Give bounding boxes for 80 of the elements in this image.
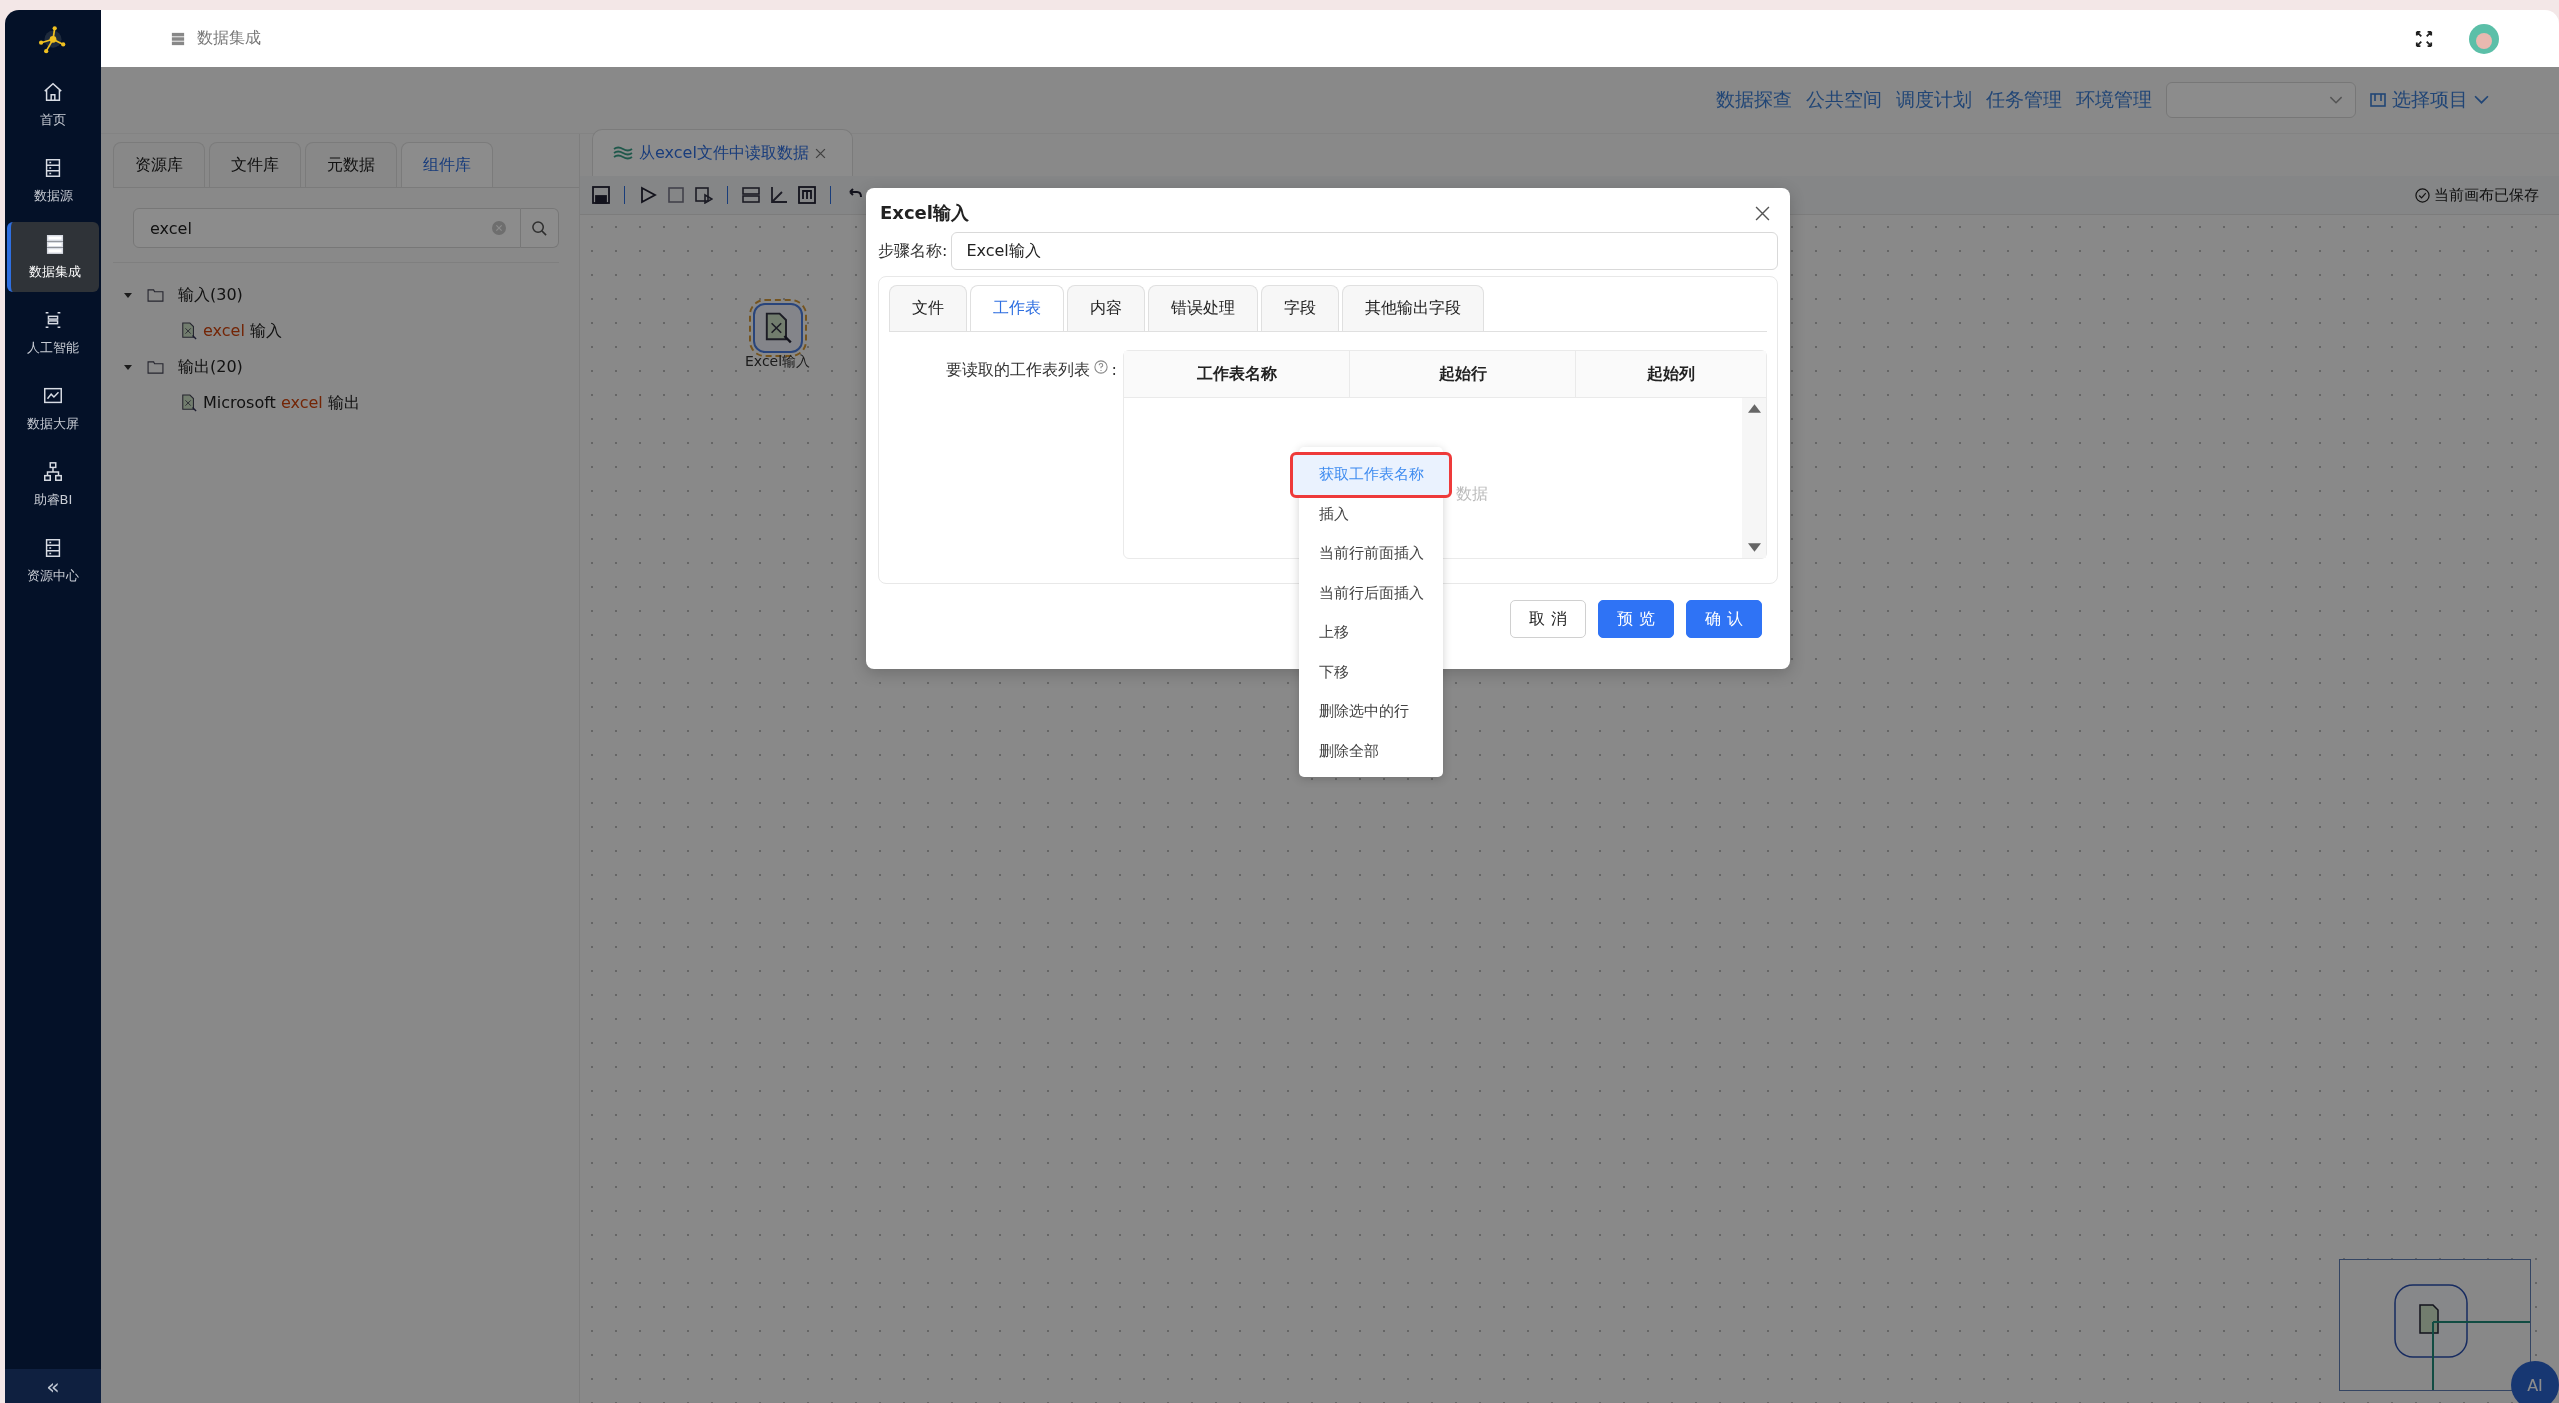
check-circle-icon	[2415, 187, 2430, 203]
column-header: 起始行	[1350, 351, 1576, 397]
expand-caret-icon[interactable]	[123, 362, 133, 372]
menu-item[interactable]: 当前行前面插入	[1299, 534, 1443, 574]
panel-tab[interactable]: 资源库	[113, 142, 205, 187]
search-field[interactable]: excel	[133, 208, 521, 248]
waves-icon	[613, 146, 633, 160]
sidebar-item[interactable]: 人工智能	[7, 298, 99, 368]
save-icon[interactable]	[592, 186, 610, 204]
dialog-title: Excel输入	[880, 201, 969, 225]
dialog-tab[interactable]: 错误处理	[1148, 285, 1258, 331]
breadcrumb: 数据集成	[197, 28, 261, 49]
folder-icon	[147, 360, 164, 374]
dialog-tab[interactable]: 字段	[1261, 285, 1339, 331]
dialog-tab[interactable]: 文件	[889, 285, 967, 331]
schedule-icon[interactable]	[695, 186, 713, 204]
chevron-down-icon	[2329, 95, 2343, 105]
tree-item[interactable]: Microsoft excel 输出	[203, 392, 360, 414]
panel-tab[interactable]: 组件库	[401, 142, 493, 187]
save-status: 当前画布已保存	[2415, 185, 2539, 205]
step-name-field[interactable]: Excel输入	[951, 232, 1778, 270]
chevron-down-icon	[2474, 95, 2489, 105]
dialog-button[interactable]: 预 览	[1598, 600, 1674, 638]
sidebar-item[interactable]: 首页	[7, 70, 99, 140]
scroll-down-icon[interactable]	[1747, 543, 1761, 552]
sidebar-item[interactable]: 数据大屏	[7, 374, 99, 444]
menu-item[interactable]: 上移	[1299, 613, 1443, 653]
sidebar-item[interactable]: 助睿BI	[7, 450, 99, 520]
org-chart-icon	[42, 461, 64, 483]
layout-icon[interactable]	[742, 186, 760, 204]
menu-item[interactable]: 删除全部	[1299, 731, 1443, 771]
collapse-button[interactable]: «	[5, 1369, 101, 1403]
spreadsheet-file-icon	[181, 394, 197, 412]
board-icon	[2370, 92, 2386, 108]
column-header: 工作表名称	[1124, 351, 1350, 397]
panel-tab[interactable]: 文件库	[209, 142, 301, 187]
nav-link[interactable]: 任务管理	[1986, 87, 2062, 113]
sidebar-item[interactable]: 数据集成	[7, 222, 99, 292]
sidebar-item[interactable]: 资源中心	[7, 526, 99, 596]
frame-icon[interactable]	[798, 186, 816, 204]
server-icon	[171, 30, 185, 47]
close-icon[interactable]	[1755, 205, 1770, 221]
empty-text: 数据	[1456, 484, 1488, 505]
dropdown-field[interactable]	[2166, 82, 2356, 118]
dialog-tab[interactable]: 内容	[1067, 285, 1145, 331]
scroll-up-icon[interactable]	[1747, 404, 1761, 413]
sidebar-item[interactable]: 数据源	[7, 146, 99, 216]
fullscreen-icon[interactable]	[2415, 29, 2433, 48]
dialog-tab[interactable]: 其他输出字段	[1342, 285, 1484, 331]
column-header: 起始列	[1646, 362, 1696, 385]
ai-button[interactable]: AI	[2511, 1361, 2559, 1403]
field-label: 要读取的工作表列表	[945, 360, 1090, 381]
tree-group-label[interactable]: 输出(20)	[178, 356, 243, 378]
menu-item[interactable]: 删除选中的行	[1299, 692, 1443, 732]
close-icon[interactable]	[814, 147, 826, 159]
tree-group-label[interactable]: 输入(30)	[178, 284, 243, 306]
menu-item[interactable]: 插入	[1299, 494, 1443, 534]
panel-tab[interactable]: 元数据	[305, 142, 397, 187]
folder-icon	[147, 288, 164, 302]
help-icon[interactable]	[1093, 360, 1108, 374]
dialog-button[interactable]: 取 消	[1510, 600, 1586, 638]
colon-text: :	[1111, 360, 1117, 379]
home-icon	[42, 81, 64, 103]
editor-tab[interactable]: 从excel文件中读取数据	[592, 129, 853, 176]
dialog-button[interactable]: 确 认	[1686, 600, 1762, 638]
search-icon	[531, 219, 548, 237]
search-button[interactable]	[521, 208, 559, 248]
search-input[interactable]: excel	[148, 217, 484, 239]
server-icon	[44, 233, 66, 255]
menu-item[interactable]: 获取工作表名称	[1293, 455, 1449, 495]
axis-icon[interactable]	[770, 186, 788, 204]
nav-link[interactable]: 调度计划	[1896, 87, 1972, 113]
expand-caret-icon[interactable]	[123, 290, 133, 300]
spreadsheet-file-icon	[181, 322, 197, 340]
play-icon[interactable]	[639, 186, 657, 204]
menu-item[interactable]: 当前行后面插入	[1299, 573, 1443, 613]
tree-item[interactable]: excel 输入	[203, 320, 282, 342]
field-label: 步骤名称:	[878, 240, 948, 262]
menu-item[interactable]: 下移	[1299, 652, 1443, 692]
dialog-tab[interactable]: 工作表	[970, 285, 1064, 331]
